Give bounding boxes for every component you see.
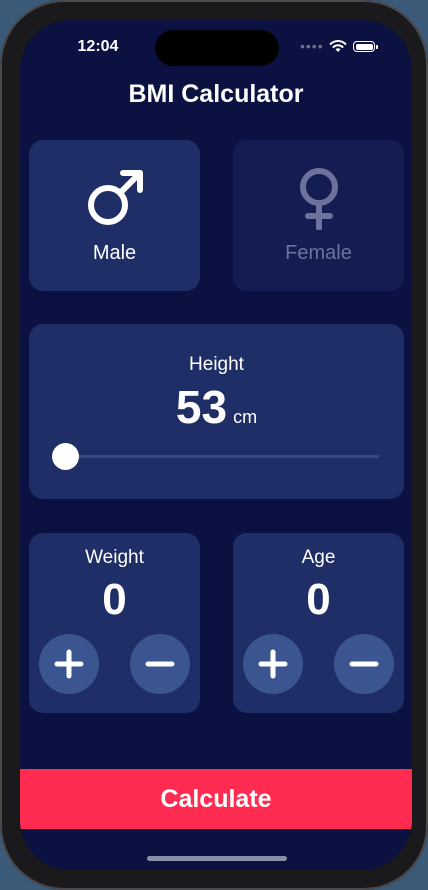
battery-tip (376, 45, 378, 49)
minus-icon (349, 661, 379, 667)
height-slider-thumb[interactable] (51, 443, 79, 470)
calculate-button[interactable]: Calculate (20, 769, 412, 829)
weight-card: Weight 0 (29, 533, 200, 713)
height-unit: cm (233, 407, 258, 427)
male-label: Male (92, 242, 137, 264)
age-label: Age (301, 547, 336, 568)
age-increment-button[interactable] (243, 634, 303, 694)
weight-value: 0 (102, 575, 127, 624)
female-symbol-icon (299, 168, 338, 230)
male-card[interactable]: Male (29, 140, 200, 291)
female-card[interactable]: Female (233, 140, 404, 291)
page-title: BMI Calculator (128, 80, 304, 108)
male-symbol-icon (87, 170, 143, 225)
home-indicator[interactable] (147, 856, 287, 861)
battery-icon (353, 41, 375, 52)
app-screen: 12:04 •••• BMI Calculator Male Female He… (20, 20, 412, 870)
age-decrement-button[interactable] (334, 634, 394, 694)
height-label: Height (189, 354, 244, 375)
dynamic-island (155, 30, 279, 66)
plus-icon (258, 649, 288, 679)
wifi-icon (329, 40, 347, 52)
height-card: Height 53 cm (29, 324, 404, 499)
height-readout: 53 cm (29, 380, 404, 434)
plus-icon (54, 649, 84, 679)
status-time: 12:04 (77, 38, 119, 55)
weight-label: Weight (85, 547, 144, 568)
age-value: 0 (306, 575, 331, 624)
cellular-signal-icon: •••• (300, 38, 324, 54)
minus-icon (145, 661, 175, 667)
weight-decrement-button[interactable] (130, 634, 190, 694)
height-slider-track[interactable] (65, 455, 379, 458)
age-card: Age 0 (233, 533, 404, 713)
weight-increment-button[interactable] (39, 634, 99, 694)
height-value: 53 (175, 381, 228, 433)
female-label: Female (285, 242, 352, 264)
